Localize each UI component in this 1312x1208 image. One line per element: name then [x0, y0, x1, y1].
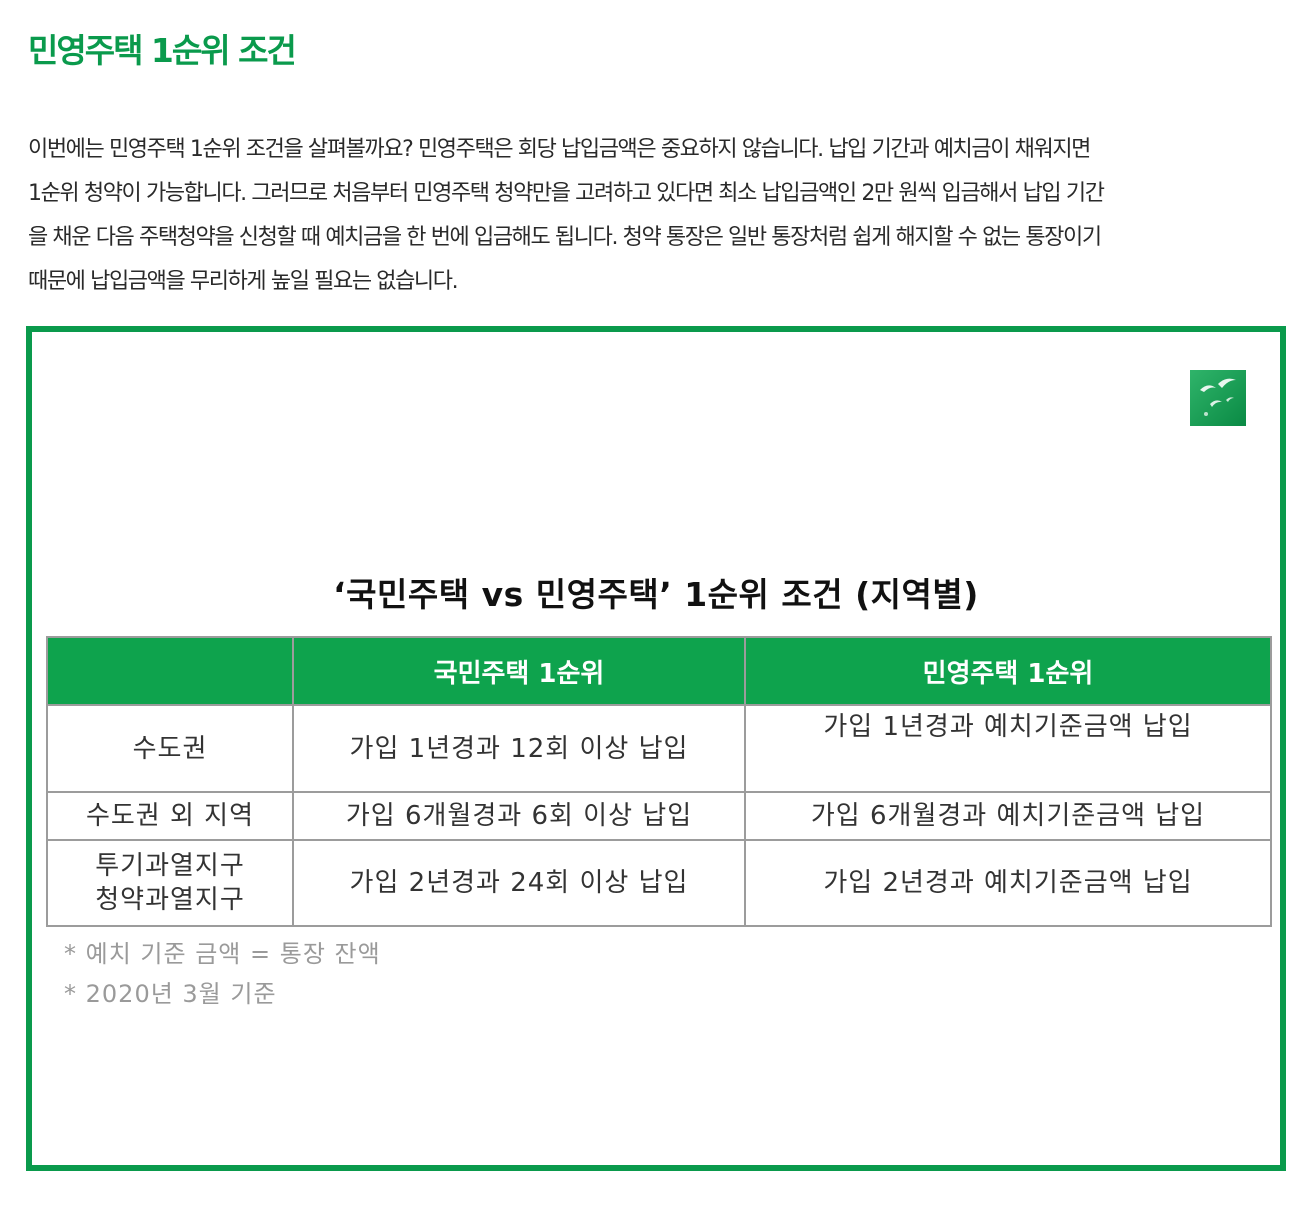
region-cell: 투기과열지구 청약과열지구: [46, 839, 294, 927]
conditions-table: 국민주택 1순위 민영주택 1순위 수도권 가입 1년경과 12회 이상 납입 …: [46, 636, 1272, 927]
infographic-frame: ‘국민주택 vs 민영주택’ 1순위 조건 (지역별) 국민주택 1순위 민영주…: [26, 326, 1286, 1171]
table-row: 수도권 외 지역 가입 6개월경과 6회 이상 납입 가입 6개월경과 예치기준…: [46, 791, 1272, 841]
page-heading: 민영주택 1순위 조건: [28, 31, 297, 70]
national-condition-cell: 가입 6개월경과 6회 이상 납입: [292, 791, 746, 841]
national-condition-cell: 가입 2년경과 24회 이상 납입: [292, 839, 746, 927]
intro-paragraph: 이번에는 민영주택 1순위 조건을 살펴볼까요? 민영주택은 회당 납입금액은 …: [28, 128, 1290, 304]
paragraph-line: 1순위 청약이 가능합니다. 그러므로 처음부터 민영주택 청약만을 고려하고 …: [28, 181, 1105, 206]
region-cell: 수도권 외 지역: [46, 791, 294, 841]
paragraph-line: 때문에 납입금액을 무리하게 높일 필요는 없습니다.: [28, 269, 459, 294]
region-line: 투기과열지구: [95, 851, 245, 881]
region-cell: 수도권: [46, 704, 294, 793]
table-row: 수도권 가입 1년경과 12회 이상 납입 가입 1년경과 예치기준금액 납입: [46, 704, 1272, 793]
private-condition-cell: 가입 1년경과 예치기준금액 납입: [744, 704, 1272, 793]
paragraph-line: 을 채운 다음 주택청약을 신청할 때 예치금을 한 번에 입금해도 됩니다. …: [28, 225, 1102, 250]
national-condition-cell: 가입 1년경과 12회 이상 납입: [292, 704, 746, 793]
region-line: 청약과열지구: [95, 885, 245, 915]
footnote-deposit: * 예치 기준 금액 = 통장 잔액: [64, 940, 381, 968]
header-national-housing: 국민주택 1순위: [292, 636, 746, 706]
private-condition-cell: 가입 2년경과 예치기준금액 납입: [744, 839, 1272, 927]
paragraph-line: 이번에는 민영주택 1순위 조건을 살펴볼까요? 민영주택은 회당 납입금액은 …: [28, 137, 1091, 162]
header-private-housing: 민영주택 1순위: [744, 636, 1272, 706]
bird-logo-icon: [1190, 370, 1246, 426]
private-condition-cell: 가입 6개월경과 예치기준금액 납입: [744, 791, 1272, 841]
header-region: [46, 636, 294, 706]
infographic-title: ‘국민주택 vs 민영주택’ 1순위 조건 (지역별): [333, 575, 979, 614]
footnote-date: * 2020년 3월 기준: [64, 980, 277, 1008]
table-row: 투기과열지구 청약과열지구 가입 2년경과 24회 이상 납입 가입 2년경과 …: [46, 839, 1272, 927]
table-header-row: 국민주택 1순위 민영주택 1순위: [46, 636, 1272, 706]
